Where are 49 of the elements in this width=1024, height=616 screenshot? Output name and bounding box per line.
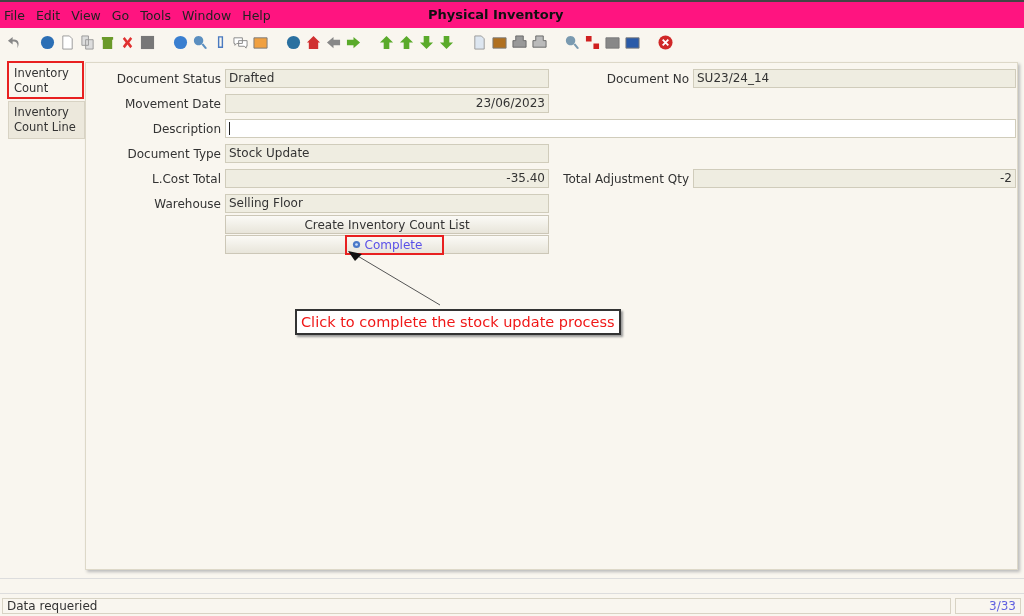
window-title: Physical Inventory: [428, 7, 564, 22]
field-label: L.Cost Total: [150, 171, 221, 186]
first-record-icon[interactable]: [379, 34, 394, 50]
menu-item[interactable]: File: [4, 7, 25, 23]
back-arrow-icon[interactable]: [326, 34, 341, 50]
readonly-field: -2: [693, 169, 1016, 188]
create-list-button[interactable]: Create Inventory Count List: [225, 215, 549, 234]
trash-icon[interactable]: [100, 34, 115, 50]
zoom-icon[interactable]: [565, 34, 580, 50]
up-arrow-icon[interactable]: [399, 34, 414, 50]
readonly-field: Selling Floor: [225, 194, 549, 213]
description-field[interactable]: [225, 119, 1016, 138]
menu-item[interactable]: Tools: [140, 7, 171, 23]
last-record-icon[interactable]: [439, 34, 454, 50]
home-icon[interactable]: [306, 34, 321, 50]
menu-item[interactable]: Go: [111, 7, 130, 23]
chat-icon[interactable]: [233, 34, 248, 50]
copy-icon[interactable]: [80, 34, 95, 50]
field-label: Document Status: [115, 71, 221, 86]
field-label: Document Type: [126, 146, 221, 161]
complete-button[interactable]: Complete: [225, 235, 549, 254]
print-preview-icon[interactable]: [512, 34, 527, 50]
field-label: Movement Date: [123, 96, 221, 111]
delete-icon[interactable]: [120, 34, 135, 50]
menu-item[interactable]: Help: [242, 7, 271, 23]
field-label: Total Adjustment Qty: [562, 171, 689, 186]
field-label: Document No: [605, 71, 689, 86]
readonly-field: 23/06/2023: [225, 94, 549, 113]
readonly-field: -35.40: [225, 169, 549, 188]
printer-icon[interactable]: [532, 34, 547, 50]
menu-item[interactable]: Window: [181, 7, 232, 23]
readonly-field: Stock Update: [225, 144, 549, 163]
status-message: Data requeried: [2, 598, 951, 614]
readonly-field: SU23/24_14: [693, 69, 1016, 88]
menu-item[interactable]: View: [71, 7, 101, 23]
readonly-field: Drafted: [225, 69, 549, 88]
new-document-icon[interactable]: [60, 34, 75, 50]
gear-icon: [351, 240, 361, 249]
side-tab[interactable]: Inventory Count: [8, 62, 85, 100]
field-label: Warehouse: [153, 196, 221, 211]
callout-text: Click to complete the stock update process: [295, 309, 621, 335]
down-arrow-icon[interactable]: [419, 34, 434, 50]
close-icon[interactable]: [658, 34, 673, 50]
report-icon[interactable]: [472, 34, 487, 50]
menu-item[interactable]: Edit: [35, 7, 61, 23]
side-tab[interactable]: Inventory Count Line: [8, 101, 85, 139]
search-icon[interactable]: [193, 34, 208, 50]
record-counter: 3/33: [955, 598, 1021, 614]
field-label: Description: [151, 121, 221, 136]
